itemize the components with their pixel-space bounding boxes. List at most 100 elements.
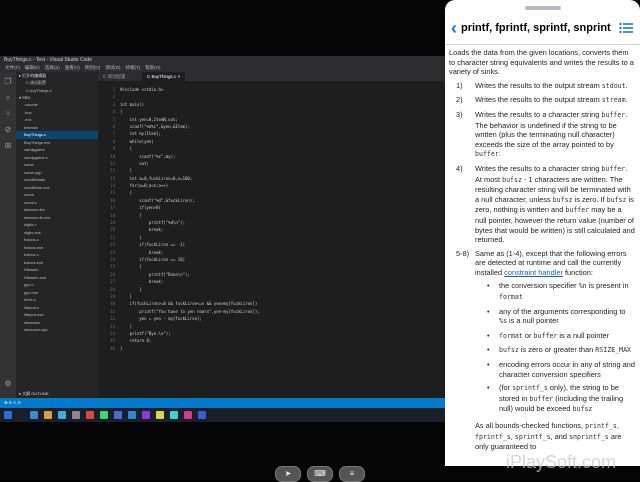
settings-gear-icon[interactable]: ⚙ <box>4 380 12 388</box>
code-line[interactable]: { <box>120 263 442 270</box>
code-line[interactable]: yen = yen - my[fuckLiron]; <box>120 315 442 322</box>
taskbar-app-icon[interactable] <box>184 411 192 419</box>
menu-item[interactable]: 转到(G) <box>85 65 101 70</box>
file-tree-item[interactable]: beenstc <box>16 124 98 132</box>
code-line[interactable]: scanf("%d",&fuckLiron); <box>120 197 442 204</box>
file-tree-item[interactable]: Hifuseln <box>16 266 98 274</box>
code-line[interactable]: break; <box>120 226 442 233</box>
file-tree-item[interactable]: count <box>16 191 98 199</box>
code-line[interactable]: scanf("%c",my); <box>120 153 442 160</box>
outline-header[interactable]: ▸ 大纲 OUTLINE <box>16 390 49 397</box>
constraint-handler-link[interactable]: constraint handler <box>504 268 563 277</box>
code-line[interactable]: if(fuckLiron == 10) <box>120 256 442 263</box>
chevron-left-icon[interactable]: ‹ <box>451 18 457 38</box>
file-tree-item[interactable]: liteport.c <box>16 304 98 312</box>
code-line[interactable]: while(yen) <box>120 138 442 145</box>
code-line[interactable]: if(fuckLiron == -1) <box>120 241 442 248</box>
files-icon[interactable]: ❐ <box>4 78 12 86</box>
file-tree-item[interactable]: mineown <box>16 319 98 327</box>
file-tree-item[interactable]: conditions.exe <box>16 184 98 192</box>
file-tree-item[interactable]: digits.c <box>16 221 98 229</box>
code-line[interactable]: int a=0,fuckLiron=0,n=100; <box>120 175 442 182</box>
file-tree-item[interactable]: .bun <box>16 109 98 117</box>
code-line[interactable]: break; <box>120 249 442 256</box>
code-line[interactable]: #include <stdio.h> <box>120 86 442 93</box>
file-tree-item[interactable]: candygame <box>16 146 98 154</box>
taskbar-app-icon[interactable] <box>142 411 150 419</box>
taskbar-app-icon[interactable] <box>86 411 94 419</box>
source-control-icon[interactable]: ⑂ <box>4 110 12 118</box>
code-line[interactable]: } <box>120 323 442 330</box>
status-bar[interactable]: ⊗ 0 ⚠ 0 <box>0 398 445 408</box>
file-tree-item[interactable]: fcdocs.exe <box>16 244 98 252</box>
file-tree-item[interactable]: mineown.cpp <box>16 326 98 334</box>
code-line[interactable]: } <box>120 345 442 352</box>
code-line[interactable]: { <box>120 145 442 152</box>
menu-item[interactable]: 文件(F) <box>5 65 20 70</box>
menu-item[interactable]: 查看(V) <box>65 65 80 70</box>
search-icon[interactable]: ⌕ <box>4 94 12 102</box>
start-icon[interactable] <box>4 411 12 419</box>
taskbar-app-icon[interactable] <box>58 411 66 419</box>
code-line[interactable]: printf("Done\n"); <box>120 271 442 278</box>
code-line[interactable]: int my[Item]; <box>120 130 442 137</box>
file-tree-item[interactable]: fcdocs.exe <box>16 259 98 267</box>
code-line[interactable]: break; <box>120 278 442 285</box>
code-line[interactable]: if(fuckLiron>=0 && fuckLiron<=n && yen>m… <box>120 300 442 307</box>
file-tree-item[interactable]: BuyThings.exe <box>16 139 98 147</box>
code-line[interactable]: { <box>120 212 442 219</box>
file-tree-item[interactable]: count.c <box>16 199 98 207</box>
taskbar-app-icon[interactable] <box>30 411 38 419</box>
code-line[interactable]: out; <box>120 160 442 167</box>
code-editor[interactable]: C 调试配置 C BuyThings.c × 1 2 3 4 5 6 7 8 9 10 11 12 13… <box>98 72 445 398</box>
code-line[interactable] <box>120 93 442 100</box>
menu-item[interactable]: 选择(S) <box>45 65 60 70</box>
file-tree-item[interactable]: gyo.exe <box>16 289 98 297</box>
folder-header[interactable]: ▾ SRC <box>16 94 98 101</box>
menu-item[interactable]: 编辑(E) <box>25 65 40 70</box>
file-tree-item[interactable]: come <box>16 161 98 169</box>
file-tree-item[interactable]: BuyThings.c <box>16 131 98 139</box>
code-line[interactable]: return 0; <box>120 337 442 344</box>
file-tree-item[interactable]: fcdocs.c <box>16 251 98 259</box>
code-line[interactable]: { <box>120 189 442 196</box>
code-line[interactable]: for(a=0;a<n;a++) <box>120 182 442 189</box>
code-line[interactable]: } <box>120 167 442 174</box>
list-icon[interactable] <box>619 22 633 34</box>
menu-item[interactable]: 调试(D) <box>105 65 120 70</box>
file-tree-item[interactable]: daemon.th.exe <box>16 214 98 222</box>
vscode-taskbar-icon[interactable] <box>128 411 136 419</box>
panel-grabber[interactable] <box>525 6 561 10</box>
taskbar-app-icon[interactable] <box>100 411 108 419</box>
taskbar-app-icon[interactable] <box>198 411 206 419</box>
code-line[interactable]: int main() <box>120 101 442 108</box>
open-editor-item[interactable]: C 调试配置 <box>16 79 98 87</box>
code-line[interactable]: printf("Bye.\n"); <box>120 330 442 337</box>
file-tree-item[interactable]: .exe <box>16 116 98 124</box>
code-line[interactable]: scanf("%d%c",&yen,&Item); <box>120 123 442 130</box>
code-line[interactable]: printf("You have to yen now\n",yen-my[fu… <box>120 308 442 315</box>
file-tree-item[interactable]: candygame.c <box>16 154 98 162</box>
taskbar-app-icon[interactable] <box>170 411 178 419</box>
taskbar-app-icon[interactable] <box>72 411 80 419</box>
code-line[interactable]: } <box>120 293 442 300</box>
file-tree-item[interactable]: conditionals <box>16 176 98 184</box>
code-line[interactable]: printf("%d\n"); <box>120 219 442 226</box>
file-tree-item[interactable]: heex.c <box>16 296 98 304</box>
code-line[interactable]: int yen=0,ItemN,out; <box>120 116 442 123</box>
code-line[interactable]: } <box>120 234 442 241</box>
code-line[interactable]: } <box>120 286 442 293</box>
menu-item[interactable]: 帮助(H) <box>145 65 160 70</box>
menu-item[interactable]: 终端(T) <box>126 65 141 70</box>
debug-icon[interactable]: ⊘ <box>4 126 12 134</box>
taskbar-app-icon[interactable] <box>44 411 52 419</box>
tab-debug-config[interactable]: C 调试配置 <box>98 72 131 81</box>
file-tree-item[interactable]: daemon.thc <box>16 206 98 214</box>
code-line[interactable]: if(yen>0) <box>120 204 442 211</box>
open-editor-item[interactable]: C buyThings.c <box>16 87 98 95</box>
file-tree-item[interactable]: .vscode <box>16 101 98 109</box>
file-tree-item[interactable]: fcdocs.c <box>16 236 98 244</box>
file-tree-item[interactable]: gyo.c <box>16 281 98 289</box>
code-content[interactable]: #include <stdio.h> int main() { int yen=0,… <box>120 86 442 352</box>
extensions-icon[interactable]: ⊞ <box>4 142 12 150</box>
